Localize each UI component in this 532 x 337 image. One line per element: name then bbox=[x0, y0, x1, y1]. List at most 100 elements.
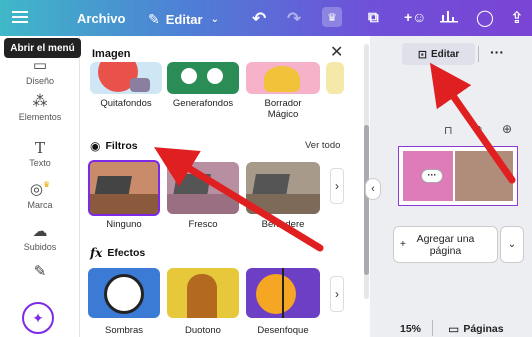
shape-decoration bbox=[264, 66, 300, 92]
design-canvas[interactable]: ··· bbox=[398, 146, 518, 206]
crown-badge-icon: ♛ bbox=[42, 180, 51, 189]
filters-next-button[interactable]: › bbox=[330, 168, 344, 204]
hamburger-menu-icon[interactable] bbox=[12, 10, 28, 24]
draw-icon: ✎ bbox=[33, 263, 47, 280]
sidebar-item-label: Texto bbox=[29, 158, 51, 168]
sidebar-item-draw[interactable]: ✎ bbox=[0, 262, 80, 282]
sidebar-item-uploads[interactable]: ☁ Subidos bbox=[0, 222, 80, 252]
ball-image bbox=[104, 274, 144, 314]
pages-label: Páginas bbox=[463, 323, 504, 335]
duplicate-icon[interactable]: ⧉ bbox=[474, 124, 482, 137]
effect-thumb-shadows[interactable] bbox=[88, 268, 160, 318]
canvas-more-icon[interactable]: ··· bbox=[421, 169, 443, 183]
tool-label: Generafondos bbox=[172, 98, 234, 109]
add-page-label-1: Agregar una bbox=[416, 232, 475, 245]
zoom-level[interactable]: 15% bbox=[400, 323, 421, 335]
filter-label: Belvedere bbox=[261, 219, 305, 230]
effects-next-button[interactable]: › bbox=[330, 276, 344, 312]
magic-eraser-thumb[interactable] bbox=[246, 62, 320, 94]
collapse-panel-button[interactable]: ‹ bbox=[365, 178, 381, 200]
shape-decoration bbox=[181, 68, 197, 84]
undo-icon[interactable]: ↶ bbox=[252, 9, 266, 29]
add-page-icon[interactable]: ⊕ bbox=[502, 122, 512, 136]
panel-scrollbar-thumb[interactable] bbox=[364, 125, 369, 275]
bg-generator-thumb[interactable] bbox=[167, 62, 239, 94]
person-image bbox=[187, 274, 217, 318]
magic-button[interactable]: ✦ bbox=[22, 302, 54, 334]
more-options-icon[interactable]: ··· bbox=[490, 44, 504, 60]
sidebar-item-design[interactable]: ▭ Diseño bbox=[0, 56, 80, 86]
tool-label: Borrador bbox=[264, 98, 302, 109]
text-icon: T bbox=[34, 139, 45, 157]
filters-heading: ◉ Filtros bbox=[90, 139, 138, 153]
add-people-icon[interactable]: +☺ bbox=[404, 9, 426, 25]
chevron-down-icon: ⌄ bbox=[507, 239, 517, 250]
add-page-label-2: página bbox=[429, 244, 462, 257]
orange-image bbox=[256, 274, 296, 314]
edit-menu[interactable]: ✎ Editar ⌄ bbox=[148, 11, 219, 28]
sidebar-item-brand[interactable]: ◎♛ Marca bbox=[0, 180, 80, 210]
chevron-down-icon: ⌄ bbox=[210, 14, 219, 25]
cloud-icon: ☁ bbox=[32, 223, 48, 240]
add-page-button[interactable]: + Agregar una página bbox=[393, 226, 498, 263]
close-icon[interactable]: ✕ bbox=[330, 42, 343, 62]
plus-icon: + bbox=[400, 238, 406, 250]
file-menu[interactable]: Archivo bbox=[77, 11, 125, 26]
tool-label: Mágico bbox=[267, 109, 299, 120]
divider bbox=[478, 46, 479, 62]
filter-label: Fresco bbox=[188, 219, 218, 230]
pencil-icon: ✎ bbox=[148, 11, 160, 27]
laptop-image bbox=[173, 174, 211, 196]
design-image bbox=[455, 151, 513, 201]
filter-label: Ninguno bbox=[106, 219, 142, 230]
insights-chart-icon[interactable] bbox=[440, 9, 458, 23]
elements-icon: ⁂ bbox=[32, 93, 48, 110]
crown-icon[interactable]: ♛ bbox=[322, 7, 342, 27]
filter-thumb-none[interactable] bbox=[88, 160, 160, 216]
layout-icon: ▭ bbox=[32, 57, 48, 74]
eraser-badge-icon bbox=[130, 78, 150, 92]
divider bbox=[432, 320, 433, 336]
comment-icon[interactable]: ◯ bbox=[476, 8, 494, 28]
table-image bbox=[90, 194, 158, 214]
filters-title: Filtros bbox=[105, 140, 138, 152]
shape-decoration bbox=[207, 68, 223, 84]
filter-thumb-belvedere[interactable] bbox=[246, 162, 320, 214]
resize-icon[interactable]: ⧉ bbox=[368, 9, 379, 26]
edit-image-button[interactable]: ⊡ Editar bbox=[402, 43, 475, 65]
brand-icon: ◎♛ bbox=[29, 180, 51, 198]
chevron-right-icon: › bbox=[335, 179, 339, 193]
partial-thumb[interactable] bbox=[326, 62, 344, 94]
bg-remover-thumb[interactable] bbox=[90, 62, 162, 94]
sidebar-item-label: Marca bbox=[27, 200, 53, 210]
edit-menu-label: Editar bbox=[165, 12, 203, 27]
add-page-dropdown[interactable]: ⌄ bbox=[500, 226, 524, 263]
table-image bbox=[246, 194, 320, 214]
laptop-image bbox=[252, 174, 290, 196]
top-toolbar: Archivo ✎ Editar ⌄ ↶ ↷ ♛ ⧉ +☺ ◯ ⇪ bbox=[0, 0, 532, 36]
sidebar-item-label: Elementos bbox=[18, 112, 62, 122]
lock-icon[interactable]: ⊓ bbox=[444, 124, 453, 137]
effect-thumb-duotone[interactable] bbox=[167, 268, 239, 318]
left-sidebar: ▭ Diseño ⁂ Elementos T Texto ◎♛ Marca ☁ … bbox=[0, 36, 80, 337]
effect-label: Sombras bbox=[104, 325, 143, 336]
fx-icon: fx bbox=[90, 246, 103, 260]
sidebar-item-elements[interactable]: ⁂ Elementos bbox=[0, 92, 80, 122]
panel-title: Imagen bbox=[92, 48, 131, 60]
sidebar-item-label: Subidos bbox=[23, 242, 57, 252]
see-all-link[interactable]: Ver todo bbox=[305, 140, 340, 151]
share-icon[interactable]: ⇪ bbox=[510, 8, 523, 28]
effect-thumb-blur[interactable] bbox=[246, 268, 320, 318]
effect-label: Duotono bbox=[185, 325, 221, 336]
menu-tooltip: Abrir el menú bbox=[4, 38, 81, 58]
filter-thumb-fresco[interactable] bbox=[167, 162, 239, 214]
redo-icon[interactable]: ↷ bbox=[287, 9, 301, 29]
table-image bbox=[167, 194, 239, 214]
chevron-left-icon: ‹ bbox=[371, 183, 375, 195]
effects-heading: fx Efectos bbox=[90, 246, 145, 260]
effect-label: Desenfoque bbox=[257, 325, 309, 336]
pages-button[interactable]: ▭ Páginas bbox=[448, 322, 504, 336]
sidebar-item-text[interactable]: T Texto bbox=[0, 138, 80, 168]
sparkle-icon: ✦ bbox=[32, 309, 44, 326]
sidebar-item-label: Diseño bbox=[25, 76, 54, 86]
